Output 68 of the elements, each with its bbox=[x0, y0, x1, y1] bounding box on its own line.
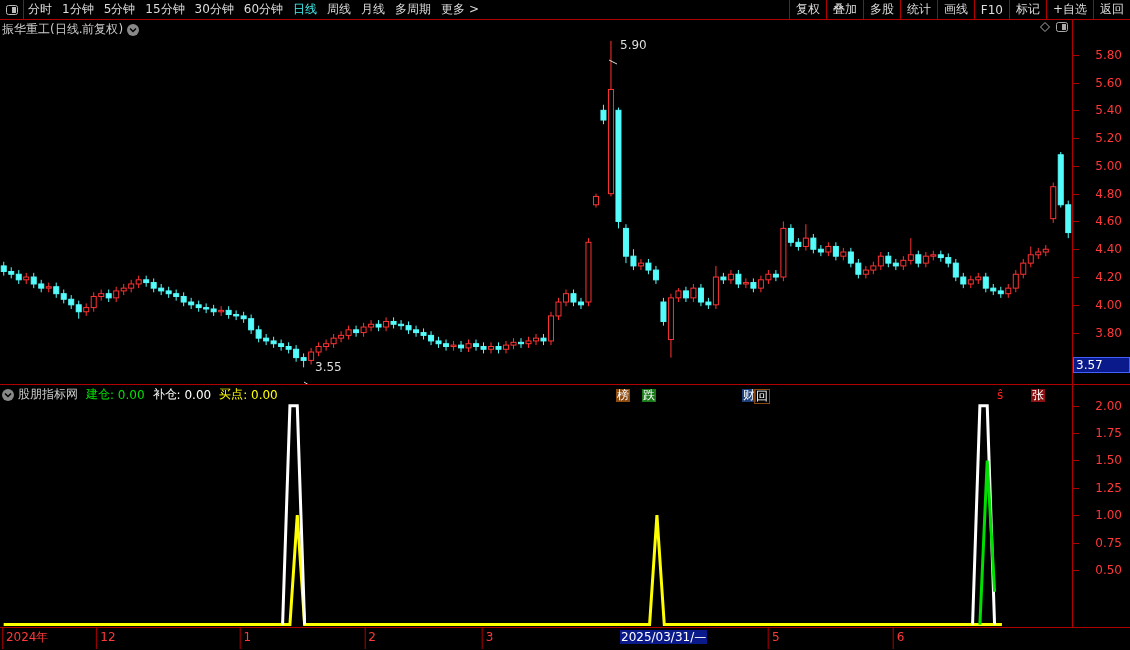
toolbar-button[interactable]: 多股 bbox=[862, 0, 900, 19]
toolbar-button[interactable]: F10 bbox=[973, 0, 1009, 19]
toolbar-button[interactable]: 返回 bbox=[1093, 0, 1130, 19]
toolbar-button[interactable]: 标记 bbox=[1008, 0, 1046, 19]
toolbar-button[interactable]: 统计 bbox=[899, 0, 937, 19]
axis-label: 5.60 bbox=[1095, 75, 1122, 90]
chart-title: 振华重工(日线.前复权) bbox=[2, 21, 124, 38]
candlestick bbox=[592, 193, 599, 209]
axis-label: 0.75 bbox=[1095, 535, 1122, 550]
date-label: 1 bbox=[239, 628, 253, 649]
period-tab[interactable]: 1分钟 bbox=[58, 0, 100, 19]
event-marker[interactable]: 跌 bbox=[642, 389, 656, 402]
period-tab[interactable]: 月线 bbox=[357, 0, 392, 19]
panel-toggle-icon bbox=[5, 4, 18, 15]
period-tab[interactable]: 日线 bbox=[289, 0, 324, 19]
axis-label: 1.00 bbox=[1095, 508, 1122, 523]
axis-label: 2.00 bbox=[1095, 398, 1122, 413]
high-marker-line bbox=[608, 59, 618, 65]
period-tab[interactable]: 15分钟 bbox=[141, 0, 191, 19]
axis-label: 5.00 bbox=[1095, 158, 1122, 173]
axis-label: 4.60 bbox=[1095, 214, 1122, 229]
dropdown-icon[interactable] bbox=[127, 23, 140, 36]
axis-label: 1.50 bbox=[1095, 453, 1122, 468]
diamond-icon[interactable] bbox=[1040, 22, 1050, 32]
axis-label: 5.20 bbox=[1095, 131, 1122, 146]
period-tab[interactable]: 60分钟 bbox=[239, 0, 290, 19]
axis-label: 0.50 bbox=[1095, 562, 1122, 577]
date-label: 5 bbox=[768, 628, 781, 649]
date-label: 2 bbox=[364, 628, 377, 649]
legend-value: : 0.00 bbox=[110, 387, 145, 402]
event-marker[interactable]: 张 bbox=[1031, 389, 1045, 402]
axis-label: 3.80 bbox=[1095, 325, 1122, 340]
toolbar-button[interactable]: 画线 bbox=[936, 0, 974, 19]
axis-label: 1.75 bbox=[1095, 426, 1122, 441]
date-label: 3 bbox=[481, 628, 495, 649]
high-price-label: 5.90 bbox=[620, 38, 647, 52]
axis-label: 1.25 bbox=[1095, 480, 1122, 495]
axis-label: 4.00 bbox=[1095, 297, 1122, 312]
period-tab[interactable]: 周线 bbox=[323, 0, 358, 19]
date-label: 6 bbox=[892, 628, 906, 649]
event-marker[interactable]: 榜 bbox=[616, 389, 630, 402]
legend-label: 补仓 bbox=[152, 386, 177, 403]
event-marker[interactable]: 回 bbox=[754, 389, 770, 404]
indicator-name: 股朋指标网 bbox=[18, 386, 78, 403]
legend-value: : 0.00 bbox=[176, 387, 212, 402]
legend-value: : 0.00 bbox=[243, 387, 278, 402]
current-price-tag: 3.57 bbox=[1073, 356, 1130, 373]
period-tab[interactable]: 多周期 bbox=[391, 0, 438, 19]
axis-label: 5.80 bbox=[1095, 47, 1122, 62]
date-label: 12 bbox=[96, 628, 117, 649]
date-cursor-label: 2025/03/31/— bbox=[620, 630, 708, 644]
axis-label: 4.20 bbox=[1095, 270, 1122, 284]
event-marker[interactable]: ŝ bbox=[996, 389, 1005, 402]
period-tab[interactable]: 分时 bbox=[24, 0, 58, 19]
toolbar-button[interactable]: +自选 bbox=[1045, 0, 1093, 19]
period-tab[interactable]: 5分钟 bbox=[99, 0, 142, 19]
legend-label: 建仓 bbox=[86, 386, 110, 403]
axis-label: 5.40 bbox=[1095, 103, 1122, 118]
toolbar-button[interactable]: 复权 bbox=[788, 0, 826, 19]
panel-toggle-icon[interactable] bbox=[1056, 22, 1068, 32]
period-tab[interactable]: 更多 > bbox=[437, 0, 485, 19]
date-label: 2024年 bbox=[1, 628, 50, 649]
low-price-label: 3.55 bbox=[315, 360, 342, 374]
toolbar-button[interactable]: 叠加 bbox=[825, 0, 863, 19]
period-tab[interactable]: 30分钟 bbox=[190, 0, 240, 19]
axis-label: 4.40 bbox=[1095, 242, 1122, 257]
axis-label: 4.80 bbox=[1095, 186, 1122, 201]
dropdown-icon[interactable] bbox=[2, 388, 14, 401]
